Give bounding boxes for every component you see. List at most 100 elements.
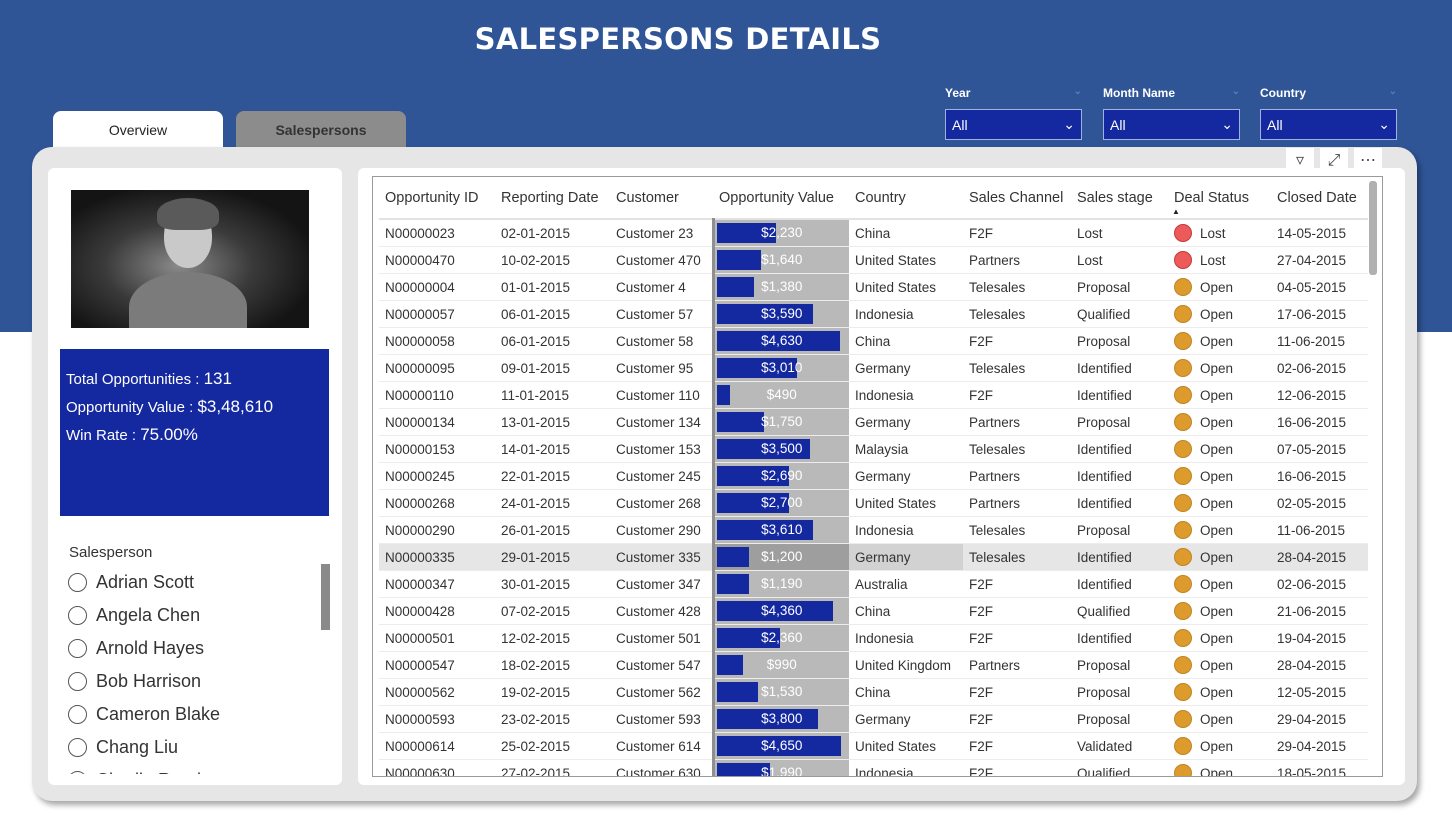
kpi-card: Total Opportunities : 131 Opportunity Va… (60, 349, 329, 516)
value-label: $3,500 (761, 441, 803, 456)
col-reporting-date-header[interactable]: Reporting Date (495, 177, 610, 220)
table-row[interactable]: N00000023 02-01-2015 Customer 23 $2,230 Chin… (379, 219, 1368, 247)
closed-date-cell: 19-04-2015 (1271, 624, 1368, 652)
column-header-label: Country (855, 189, 906, 206)
table-body: N00000023 02-01-2015 Customer 23 $2,230 Chin… (379, 219, 1368, 776)
deal-status-cell: Open (1168, 651, 1271, 679)
salesperson-scrollbar[interactable] (321, 564, 330, 630)
radio-button[interactable] (68, 672, 87, 691)
col-deal-status-header[interactable]: Deal Status ▲ (1168, 177, 1271, 220)
table-row[interactable]: N00000095 09-01-2015 Customer 95 $3,010 Germ… (379, 354, 1368, 382)
table-row[interactable]: N00000004 01-01-2015 Customer 4 $1,380 Unite… (379, 273, 1368, 301)
reporting-date-cell: 09-01-2015 (495, 354, 610, 382)
col-country-header[interactable]: Country (849, 177, 963, 220)
table-row[interactable]: N00000501 12-02-2015 Customer 501 $2,360 Ind… (379, 624, 1368, 652)
tab-overview[interactable]: Overview (53, 111, 223, 149)
month-dropdown[interactable]: All ⌄ (1103, 109, 1240, 140)
year-dropdown[interactable]: All ⌄ (945, 109, 1082, 140)
deal-status: Open (1174, 494, 1265, 512)
sales-stage-cell: Identified (1071, 435, 1168, 463)
closed-date-cell: 18-05-2015 (1271, 759, 1368, 776)
opportunity-value-cell: $1,750 (711, 408, 849, 436)
deal-status: Lost (1174, 251, 1265, 269)
radio-button[interactable] (68, 606, 87, 625)
table-row[interactable]: N00000547 18-02-2015 Customer 547 $990 Unite… (379, 651, 1368, 679)
photo-hair (157, 198, 219, 230)
tab-salespersons[interactable]: Salespersons (236, 111, 406, 149)
closed-date-cell: 02-06-2015 (1271, 354, 1368, 382)
radio-button[interactable] (68, 639, 87, 658)
table-row[interactable]: N00000347 30-01-2015 Customer 347 $1,190 Aus… (379, 570, 1368, 598)
chevron-down-icon[interactable]: ⌄ (1074, 86, 1082, 102)
col-opportunity-id-header[interactable]: Opportunity ID (379, 177, 495, 220)
salesperson-option[interactable]: Cameron Blake (68, 698, 318, 731)
kpi-label: Opportunity Value : (66, 399, 198, 416)
table-row[interactable]: N00000428 07-02-2015 Customer 428 $4,360 Chi… (379, 597, 1368, 625)
table-row[interactable]: N00000593 23-02-2015 Customer 593 $3,800 Ger… (379, 705, 1368, 733)
col-sales-stage-header[interactable]: Sales stage (1071, 177, 1168, 220)
sales-stage-cell: Identified (1071, 354, 1168, 382)
country-dropdown[interactable]: All ⌄ (1260, 109, 1397, 140)
customer-cell: Customer 58 (610, 327, 713, 355)
col-closed-date-header[interactable]: Closed Date (1271, 177, 1368, 220)
table-row[interactable]: N00000614 25-02-2015 Customer 614 $4,650 Uni… (379, 732, 1368, 760)
customer-cell: Customer 57 (610, 300, 713, 328)
table-row[interactable]: N00000470 10-02-2015 Customer 470 $1,640 Uni… (379, 246, 1368, 274)
table-row[interactable]: N00000153 14-01-2015 Customer 153 $3,500 Mal… (379, 435, 1368, 463)
table-row[interactable]: N00000134 13-01-2015 Customer 134 $1,750 Ger… (379, 408, 1368, 436)
table-row[interactable]: N00000110 11-01-2015 Customer 110 $490 Indon… (379, 381, 1368, 409)
chevron-down-icon[interactable]: ⌄ (1389, 86, 1397, 102)
salesperson-option[interactable]: Angela Chen (68, 599, 318, 632)
sales-stage-cell: Identified (1071, 489, 1168, 517)
customer-cell: Customer 562 (610, 678, 713, 706)
table-row[interactable]: N00000630 27-02-2015 Customer 630 $1,990 Ind… (379, 759, 1368, 776)
radio-button[interactable] (68, 738, 87, 757)
salesperson-option[interactable]: Adrian Scott (68, 566, 318, 599)
table-row[interactable]: N00000562 19-02-2015 Customer 562 $1,530 Chi… (379, 678, 1368, 706)
opportunity-value-cell: $3,800 (711, 705, 849, 733)
deal-status: Open (1174, 305, 1265, 323)
radio-button[interactable] (68, 573, 87, 592)
status-label: Open (1200, 684, 1234, 700)
value-label: $1,530 (761, 684, 803, 699)
radio-button[interactable] (68, 705, 87, 724)
col-opportunity-value-header[interactable]: Opportunity Value (713, 177, 849, 220)
table-row[interactable]: N00000058 06-01-2015 Customer 58 $4,630 Chin… (379, 327, 1368, 355)
closed-date-cell: 28-04-2015 (1271, 651, 1368, 679)
col-sales-channel-header[interactable]: Sales Channel (963, 177, 1071, 220)
col-customer-header[interactable]: Customer (610, 177, 713, 220)
more-options-icon[interactable]: ⋯ (1354, 148, 1382, 174)
table-row[interactable]: N00000335 29-01-2015 Customer 335 $1,200 Ger… (379, 543, 1368, 571)
status-dot-icon (1174, 602, 1192, 620)
closed-date-cell: 04-05-2015 (1271, 273, 1368, 301)
sales-channel-cell: Telesales (963, 354, 1071, 382)
salesperson-option[interactable]: Arnold Hayes (68, 632, 318, 665)
salesperson-option[interactable]: Charlie Reed (68, 764, 318, 774)
value-label: $3,800 (761, 711, 803, 726)
sales-channel-cell: F2F (963, 678, 1071, 706)
chevron-down-icon[interactable]: ⌄ (1232, 86, 1240, 102)
deal-status: Lost (1174, 224, 1265, 242)
radio-button[interactable] (68, 771, 87, 774)
deal-status: Open (1174, 278, 1265, 296)
country-cell: United States (849, 273, 963, 301)
table-row[interactable]: N00000268 24-01-2015 Customer 268 $2,700 Uni… (379, 489, 1368, 517)
customer-cell: Customer 4 (610, 273, 713, 301)
table-row[interactable]: N00000057 06-01-2015 Customer 57 $3,590 Indo… (379, 300, 1368, 328)
status-dot-icon (1174, 656, 1192, 674)
sales-stage-cell: Identified (1071, 381, 1168, 409)
salesperson-option[interactable]: Chang Liu (68, 731, 318, 764)
closed-date-cell: 14-05-2015 (1271, 219, 1368, 247)
table-row[interactable]: N00000245 22-01-2015 Customer 245 $2,690 Ger… (379, 462, 1368, 490)
country-cell: United States (849, 246, 963, 274)
salesperson-name: Chang Liu (96, 737, 179, 757)
reporting-date-cell: 22-01-2015 (495, 462, 610, 490)
sort-ascending-icon[interactable]: ▲ (1172, 207, 1180, 216)
salesperson-option[interactable]: Bob Harrison (68, 665, 318, 698)
focus-mode-icon[interactable]: ⤢ (1320, 148, 1348, 174)
visual-header-icons: ▿ ⤢ ⋯ (1286, 148, 1382, 174)
filter-icon[interactable]: ▿ (1286, 148, 1314, 174)
table-scrollbar[interactable] (1369, 181, 1377, 275)
sales-stage-cell: Qualified (1071, 300, 1168, 328)
table-row[interactable]: N00000290 26-01-2015 Customer 290 $3,610 Ind… (379, 516, 1368, 544)
